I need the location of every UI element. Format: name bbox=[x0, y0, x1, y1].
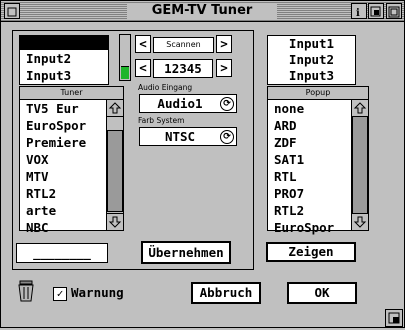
scan-left-button[interactable]: < bbox=[135, 35, 151, 53]
window-title: GEM-TV Tuner bbox=[127, 3, 277, 19]
name-field[interactable]: ________ bbox=[16, 243, 108, 263]
popup-item[interactable]: SAT1 bbox=[268, 151, 351, 168]
audio-label: Audio Eingang bbox=[138, 83, 193, 92]
tuner-window: GEM-TV Tuner i Input2 Input3 < Scannen >… bbox=[0, 0, 405, 328]
signal-level-bar bbox=[121, 66, 129, 79]
color-system-value: NTSC bbox=[164, 129, 196, 144]
tuner-list[interactable]: TV5 Eur EuroSpor Premiere VOX MTV RTL2 a… bbox=[19, 99, 124, 235]
right-input-item[interactable]: Input2 bbox=[268, 52, 355, 68]
tuner-item[interactable]: arte bbox=[20, 202, 106, 219]
tuner-item[interactable]: NBC bbox=[20, 219, 106, 236]
signal-meter bbox=[119, 34, 131, 81]
show-button[interactable]: Zeigen bbox=[266, 242, 356, 262]
scroll-thumb[interactable] bbox=[107, 130, 123, 212]
popup-item[interactable]: ZDF bbox=[268, 134, 351, 151]
right-input-list[interactable]: Input1 Input2 Input3 bbox=[267, 35, 356, 85]
popup-item[interactable]: RTL2 bbox=[268, 202, 351, 219]
freq-right-button[interactable]: > bbox=[216, 59, 232, 77]
resize-icon[interactable] bbox=[385, 309, 403, 327]
audio-value: Audio1 bbox=[157, 96, 203, 111]
close-icon[interactable] bbox=[4, 3, 20, 19]
tuner-item[interactable]: RTL2 bbox=[20, 185, 106, 202]
tuner-item[interactable]: Premiere bbox=[20, 134, 106, 151]
popup-list[interactable]: none ARD ZDF SAT1 RTL PRO7 RTL2 EuroSpor bbox=[267, 99, 369, 235]
right-input-item[interactable]: Input3 bbox=[268, 68, 355, 84]
color-system-popup[interactable]: NTSC ⟳ bbox=[139, 127, 237, 146]
apply-button[interactable]: Übernehmen bbox=[141, 241, 231, 264]
scroll-thumb[interactable] bbox=[352, 116, 368, 214]
tuner-list-header: Tuner bbox=[19, 86, 124, 100]
scroll-down-icon[interactable] bbox=[106, 213, 124, 231]
cancel-button[interactable]: Abbruch bbox=[191, 282, 261, 304]
input-item-input2[interactable]: Input2 bbox=[20, 50, 108, 67]
trash-icon[interactable] bbox=[17, 279, 35, 303]
popup-list-header: Popup bbox=[267, 86, 369, 100]
scan-label: Scannen bbox=[153, 37, 214, 53]
tuner-scrollbar[interactable] bbox=[106, 99, 124, 231]
tuner-item[interactable]: VOX bbox=[20, 151, 106, 168]
input-list[interactable]: Input2 Input3 bbox=[19, 35, 109, 85]
scroll-down-icon[interactable] bbox=[351, 213, 369, 231]
right-input-item[interactable]: Input1 bbox=[268, 36, 355, 52]
scroll-up-icon[interactable] bbox=[351, 99, 369, 117]
cycle-icon[interactable]: ⟳ bbox=[220, 130, 234, 144]
input-item-input3[interactable]: Input3 bbox=[20, 67, 108, 84]
iconify-icon[interactable] bbox=[368, 3, 384, 19]
audio-popup[interactable]: Audio1 ⟳ bbox=[139, 94, 237, 113]
popup-item[interactable]: PRO7 bbox=[268, 185, 351, 202]
tuner-item[interactable]: EuroSpor bbox=[20, 117, 106, 134]
ok-button[interactable]: OK bbox=[287, 282, 357, 304]
frequency-field[interactable]: 12345 bbox=[153, 59, 213, 78]
info-icon[interactable]: i bbox=[351, 3, 367, 19]
popup-item[interactable]: none bbox=[268, 100, 351, 117]
scroll-up-icon[interactable] bbox=[106, 99, 124, 117]
popup-item[interactable]: RTL bbox=[268, 168, 351, 185]
scan-right-button[interactable]: > bbox=[216, 35, 232, 53]
warning-checkbox[interactable]: ✓ bbox=[53, 287, 67, 301]
tuner-item[interactable]: MTV bbox=[20, 168, 106, 185]
title-bar[interactable]: GEM-TV Tuner i bbox=[1, 1, 404, 22]
popup-scrollbar[interactable] bbox=[351, 99, 369, 231]
input-item-selected[interactable] bbox=[20, 36, 108, 50]
freq-left-button[interactable]: < bbox=[135, 59, 151, 77]
color-system-label: Farb System bbox=[138, 116, 185, 125]
tuner-item[interactable]: TV5 Eur bbox=[20, 100, 106, 117]
popup-item[interactable]: EuroSpor bbox=[268, 219, 351, 236]
warning-label: Warnung bbox=[71, 285, 124, 300]
fullscreen-icon[interactable] bbox=[386, 3, 402, 19]
popup-item[interactable]: ARD bbox=[268, 117, 351, 134]
cycle-icon[interactable]: ⟳ bbox=[220, 97, 234, 111]
svg-text:i: i bbox=[356, 8, 360, 19]
